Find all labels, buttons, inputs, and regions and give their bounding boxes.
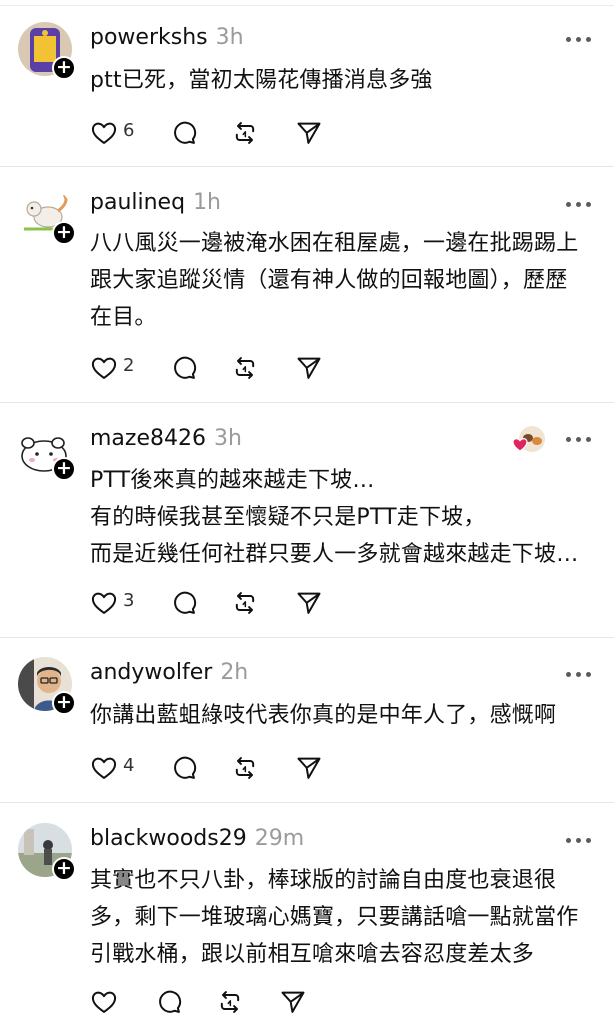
follow-plus-icon[interactable]: + bbox=[52, 691, 76, 715]
heart-icon bbox=[91, 122, 117, 144]
reply-button[interactable] bbox=[170, 354, 198, 382]
send-icon bbox=[281, 991, 305, 1013]
share-button[interactable] bbox=[295, 354, 323, 382]
top-divider bbox=[0, 5, 614, 6]
timestamp: 2h bbox=[220, 660, 249, 685]
like-count: 2 bbox=[123, 355, 135, 376]
comment-text: 其實也不只八卦，棒球版的討論自由度也衰退很 多，剩下一堆玻璃心媽寶，只要講話嗆一… bbox=[90, 868, 579, 967]
reply-button[interactable] bbox=[170, 754, 198, 782]
reply-button[interactable] bbox=[170, 119, 198, 147]
username[interactable]: powerkshs bbox=[90, 25, 208, 50]
more-icon[interactable] bbox=[566, 835, 592, 845]
like-button[interactable]: 4 bbox=[90, 754, 134, 782]
follow-plus-icon[interactable]: + bbox=[52, 221, 76, 245]
share-button[interactable] bbox=[295, 119, 323, 147]
like-count: 3 bbox=[123, 590, 135, 611]
comment-divider bbox=[0, 802, 614, 803]
comment-author[interactable]: andywolfer 2h bbox=[90, 660, 248, 685]
like-count: 6 bbox=[123, 120, 135, 141]
comment-icon bbox=[174, 591, 197, 614]
timestamp: 3h bbox=[213, 426, 242, 451]
username[interactable]: maze8426 bbox=[90, 426, 206, 451]
follow-plus-icon[interactable]: + bbox=[52, 56, 76, 80]
repost-icon bbox=[220, 991, 240, 1013]
action-bar: 3 bbox=[90, 589, 350, 617]
comment-author[interactable]: blackwoods29 29m bbox=[90, 826, 304, 851]
action-bar: 6 bbox=[90, 119, 350, 147]
comment-divider bbox=[0, 637, 614, 638]
repost-icon bbox=[235, 122, 255, 144]
follow-plus-icon[interactable]: + bbox=[52, 457, 76, 481]
like-button[interactable]: 3 bbox=[90, 589, 134, 617]
share-button[interactable] bbox=[295, 754, 323, 782]
comment-text: ptt已死，當初太陽花傳播消息多強 bbox=[90, 68, 433, 93]
send-icon bbox=[297, 122, 321, 144]
send-icon bbox=[297, 592, 321, 614]
more-icon[interactable] bbox=[566, 34, 592, 44]
send-icon bbox=[297, 757, 321, 779]
like-count: 4 bbox=[123, 755, 135, 776]
comment-text: 你講出藍蛆綠吱代表你真的是中年人了，感慨啊 bbox=[90, 703, 557, 728]
share-button[interactable] bbox=[279, 988, 307, 1016]
heart-icon bbox=[91, 592, 117, 614]
avatar-container[interactable]: + bbox=[18, 187, 76, 245]
comment-author[interactable]: paulineq 1h bbox=[90, 190, 221, 215]
comment-divider bbox=[0, 166, 614, 167]
username[interactable]: paulineq bbox=[90, 190, 185, 215]
repost-icon bbox=[235, 592, 255, 614]
avatar-container[interactable]: + bbox=[18, 823, 76, 881]
more-icon[interactable] bbox=[566, 669, 592, 679]
comment-icon bbox=[159, 990, 182, 1013]
repost-button[interactable] bbox=[216, 988, 244, 1016]
comment-author[interactable]: maze8426 3h bbox=[90, 426, 242, 451]
action-bar bbox=[90, 988, 350, 1016]
action-bar: 2 bbox=[90, 354, 350, 382]
username[interactable]: blackwoods29 bbox=[90, 826, 247, 851]
reply-button[interactable] bbox=[155, 988, 183, 1016]
avatar-container[interactable]: + bbox=[18, 657, 76, 715]
more-icon[interactable] bbox=[566, 434, 592, 444]
timestamp: 3h bbox=[215, 25, 244, 50]
avatar-container[interactable]: + bbox=[18, 22, 76, 80]
timestamp: 29m bbox=[254, 826, 305, 851]
follow-plus-icon[interactable]: + bbox=[52, 857, 76, 881]
comment-divider bbox=[0, 402, 614, 403]
comment-icon bbox=[174, 756, 197, 779]
heart-icon bbox=[91, 757, 117, 779]
like-button[interactable] bbox=[90, 988, 118, 1016]
action-bar: 4 bbox=[90, 754, 350, 782]
repost-icon bbox=[235, 357, 255, 379]
more-icon[interactable] bbox=[566, 199, 592, 209]
timestamp: 1h bbox=[193, 190, 222, 215]
comment-icon bbox=[174, 121, 197, 144]
like-button[interactable]: 6 bbox=[90, 119, 134, 147]
comment-author[interactable]: powerkshs 3h bbox=[90, 25, 244, 50]
share-button[interactable] bbox=[295, 589, 323, 617]
comment-text: PTT後來真的越來越走下坡… 有的時候我甚至懷疑不只是PTT走下坡， 而是近幾任… bbox=[90, 468, 579, 567]
like-button[interactable]: 2 bbox=[90, 354, 134, 382]
heart-icon bbox=[91, 357, 117, 379]
repost-icon bbox=[235, 757, 255, 779]
send-icon bbox=[297, 357, 321, 379]
username[interactable]: andywolfer bbox=[90, 660, 212, 685]
author-liked-indicator bbox=[512, 424, 546, 456]
repost-button[interactable] bbox=[231, 754, 259, 782]
repost-button[interactable] bbox=[231, 589, 259, 617]
repost-button[interactable] bbox=[231, 354, 259, 382]
repost-button[interactable] bbox=[231, 119, 259, 147]
heart-icon bbox=[91, 991, 117, 1013]
comment-text: 八八風災一邊被淹水困在租屋處，一邊在批踢踢上 跟大家追蹤災情（還有神人做的回報地… bbox=[90, 231, 579, 330]
comment-icon bbox=[174, 356, 197, 379]
reply-button[interactable] bbox=[170, 589, 198, 617]
avatar-container[interactable]: + bbox=[18, 423, 76, 481]
